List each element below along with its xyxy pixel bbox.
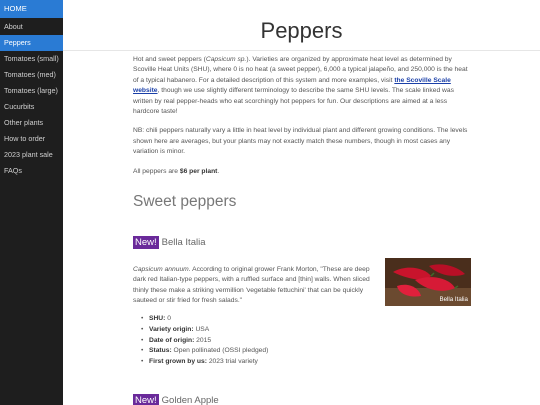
section-title-sweet-peppers: Sweet peppers: [133, 193, 237, 210]
price-suffix: .: [217, 167, 220, 175]
spec-label: Variety origin:: [149, 325, 194, 333]
intro-paragraph-1: Hot and sweet peppers (Capsicum sp.). Va…: [133, 55, 471, 117]
spec-label: Date of origin:: [149, 336, 195, 344]
nav-item-tomatoes-small[interactable]: Tomatoes (small): [0, 51, 63, 67]
spec-value: 2023 trial variety: [206, 358, 258, 366]
spec-value: USA: [193, 325, 210, 333]
nav-item-how-to-order[interactable]: How to order: [0, 131, 63, 147]
nav-item-about[interactable]: About: [0, 19, 63, 35]
nav-list: About Peppers Tomatoes (small) Tomatoes …: [0, 19, 63, 179]
nav-item-faqs[interactable]: FAQs: [0, 163, 63, 179]
product-description: Capsicum annuum. According to original g…: [133, 265, 378, 307]
product-name: Bella Italia: [161, 237, 206, 248]
spec-label: First grown by us:: [149, 358, 207, 366]
new-badge: New!: [133, 394, 159, 405]
price-prefix: All peppers are: [133, 167, 180, 175]
price-value: $6 per plant: [179, 167, 218, 175]
intro-text-c: , though we use slightly different termi…: [133, 87, 454, 116]
product-name: Golden Apple: [161, 395, 219, 405]
spec-label: SHU:: [149, 315, 166, 322]
spec-date-of-origin: Date of origin: 2015: [141, 336, 268, 347]
product-heading: New! Bella Italia: [133, 236, 206, 249]
product-photo: Bella Italia: [385, 258, 471, 306]
spec-variety-origin: Variety origin: USA: [141, 325, 268, 336]
spec-value: 0: [165, 315, 171, 322]
intro-paragraph-3: All peppers are $6 per plant.: [133, 167, 471, 177]
nav-item-other-plants[interactable]: Other plants: [0, 115, 63, 131]
page-title: Peppers: [260, 18, 343, 43]
spec-shu: SHU: 0: [141, 314, 268, 325]
photo-caption: Bella Italia: [439, 296, 468, 303]
nav-item-plant-sale[interactable]: 2023 plant sale: [0, 147, 63, 163]
spec-value: Open pollinated (OSSI pledged): [171, 347, 269, 355]
spec-status: Status: Open pollinated (OSSI pledged): [141, 346, 269, 357]
spec-label: Status:: [149, 347, 172, 355]
main-content: Peppers Hot and sweet peppers (Capsicum …: [63, 0, 540, 405]
intro-paragraph-2: NB: chili peppers naturally vary a littl…: [133, 127, 468, 156]
nav-item-peppers[interactable]: Peppers: [0, 35, 63, 51]
nav-item-tomatoes-large[interactable]: Tomatoes (large): [0, 83, 63, 99]
product-specs: SHU: 0 Variety origin: USA Date of origi…: [141, 314, 269, 368]
nav-item-cucurbits[interactable]: Cucurbits: [0, 99, 63, 115]
spec-first-grown: First grown by us: 2023 trial variety: [141, 357, 268, 368]
new-badge: New!: [133, 236, 159, 249]
intro-text-a: Hot and sweet peppers (: [133, 56, 206, 63]
nav-home[interactable]: HOME: [0, 0, 63, 18]
species-name: Capsicum sp.: [205, 56, 247, 63]
sidebar: HOME About Peppers Tomatoes (small) Toma…: [0, 0, 63, 405]
product-species: Capsicum annuum: [133, 266, 189, 273]
title-divider: [63, 50, 540, 51]
spec-value: 2015: [194, 336, 212, 344]
intro-text: Hot and sweet peppers (Capsicum sp.). Va…: [133, 55, 471, 186]
nav-item-tomatoes-med[interactable]: Tomatoes (med): [0, 67, 63, 83]
product-heading: New! Golden Apple: [133, 394, 219, 405]
